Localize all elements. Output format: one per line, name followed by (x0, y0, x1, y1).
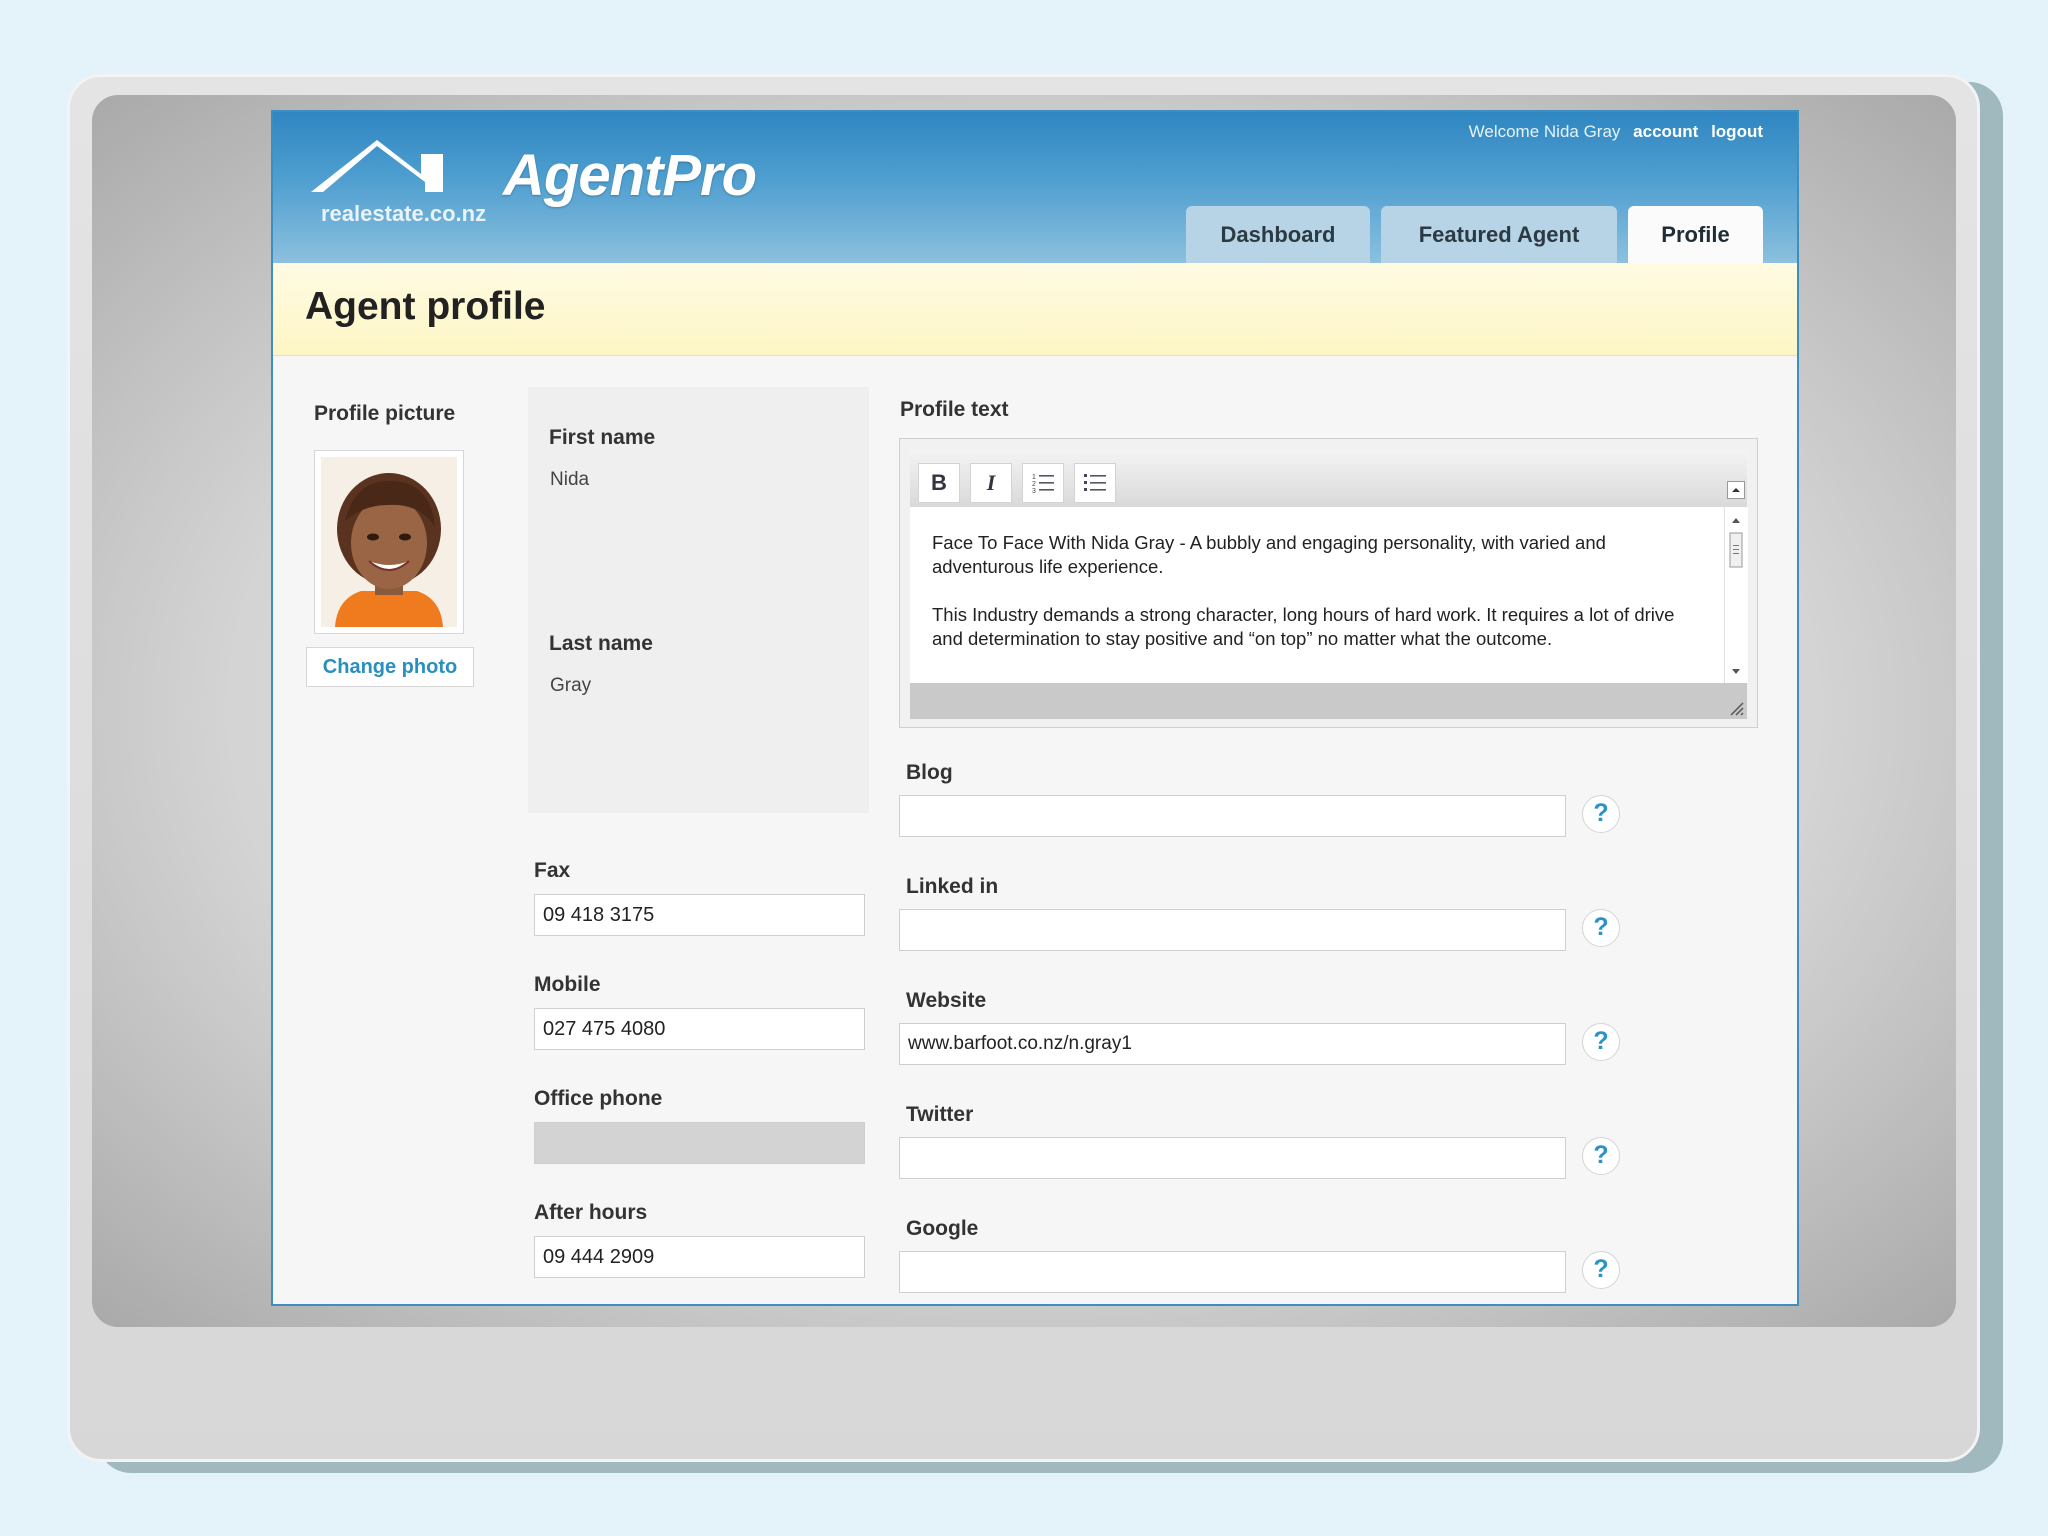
website-label: Website (906, 989, 987, 1012)
svg-text:3: 3 (1032, 488, 1036, 495)
header: AgentPro realestate.co.nz Welcome Nida G… (273, 112, 1797, 263)
page-title: Agent profile (305, 285, 546, 328)
bullet-list-icon[interactable] (1074, 463, 1116, 503)
blog-help-icon[interactable]: ? (1582, 795, 1620, 833)
editor-scrollbar[interactable] (1724, 507, 1748, 683)
profile-text-editor: B I 1 2 3 Face To Face With Nida Gray - … (899, 438, 1758, 728)
fax-field[interactable]: 09 418 3175 (534, 894, 865, 936)
title-bar: Agent profile (273, 263, 1797, 356)
fax-label: Fax (534, 859, 571, 882)
blog-label: Blog (906, 761, 953, 784)
logout-link[interactable]: logout (1711, 122, 1763, 141)
first-name-value: Nida (550, 469, 590, 490)
change-photo-button[interactable]: Change photo (306, 647, 474, 687)
tab-dashboard[interactable]: Dashboard (1186, 206, 1370, 263)
welcome-bar: Welcome Nida Gray account logout (1469, 122, 1763, 142)
profile-text-paragraph-1: Face To Face With Nida Gray - A bubbly a… (932, 532, 1606, 577)
profile-photo (314, 450, 464, 634)
linkedin-label: Linked in (906, 875, 999, 898)
avatar (321, 457, 457, 627)
mobile-label: Mobile (534, 973, 601, 996)
logo-text: AgentPro (503, 143, 757, 208)
account-link[interactable]: account (1633, 122, 1698, 141)
svg-text:2: 2 (1032, 481, 1036, 488)
profile-picture-label: Profile picture (314, 402, 456, 425)
linkedin-field[interactable] (899, 909, 1566, 951)
bold-button[interactable]: B (918, 463, 960, 503)
name-panel (528, 387, 869, 813)
twitter-label: Twitter (906, 1103, 974, 1126)
ordered-list-icon[interactable]: 1 2 3 (1022, 463, 1064, 503)
editor-body: B I 1 2 3 Face To Face With Nida Gray - … (910, 449, 1748, 719)
google-label: Google (906, 1217, 979, 1240)
agentpro-app: AgentPro realestate.co.nz Welcome Nida G… (271, 110, 1799, 1306)
google-help-icon[interactable]: ? (1582, 1251, 1620, 1289)
welcome-text: Welcome Nida Gray (1468, 122, 1621, 141)
last-name-value: Gray (550, 675, 592, 696)
blog-field[interactable] (899, 795, 1566, 837)
google-field[interactable] (899, 1251, 1566, 1293)
first-name-label: First name (549, 426, 656, 449)
website-field[interactable]: www.barfoot.co.nz/n.gray1 (899, 1023, 1566, 1065)
italic-button[interactable]: I (970, 463, 1012, 503)
after-hours-field[interactable]: 09 444 2909 (534, 1236, 865, 1278)
editor-expand-icon[interactable] (1727, 481, 1745, 499)
twitter-help-icon[interactable]: ? (1582, 1137, 1620, 1175)
profile-text-area[interactable]: Face To Face With Nida Gray - A bubbly a… (910, 507, 1724, 683)
house-logo-icon (311, 140, 443, 192)
profile-text-label: Profile text (900, 398, 1009, 421)
office-phone-field[interactable] (534, 1122, 865, 1164)
tab-profile[interactable]: Profile (1628, 206, 1763, 263)
office-phone-label: Office phone (534, 1087, 663, 1110)
resize-grip-icon[interactable] (1727, 699, 1745, 717)
main-tabs: Dashboard Featured Agent Profile (1186, 206, 1763, 263)
linkedin-help-icon[interactable]: ? (1582, 909, 1620, 947)
last-name-label: Last name (549, 632, 653, 655)
tab-featured-agent[interactable]: Featured Agent (1381, 206, 1617, 263)
after-hours-label: After hours (534, 1201, 648, 1224)
logo-subtext: realestate.co.nz (321, 201, 487, 226)
twitter-field[interactable] (899, 1137, 1566, 1179)
website-help-icon[interactable]: ? (1582, 1023, 1620, 1061)
svg-text:1: 1 (1032, 474, 1036, 481)
mobile-field[interactable]: 027 475 4080 (534, 1008, 865, 1050)
profile-text-paragraph-2: This Industry demands a strong character… (932, 604, 1675, 649)
editor-toolbar: B I 1 2 3 (910, 449, 1747, 507)
